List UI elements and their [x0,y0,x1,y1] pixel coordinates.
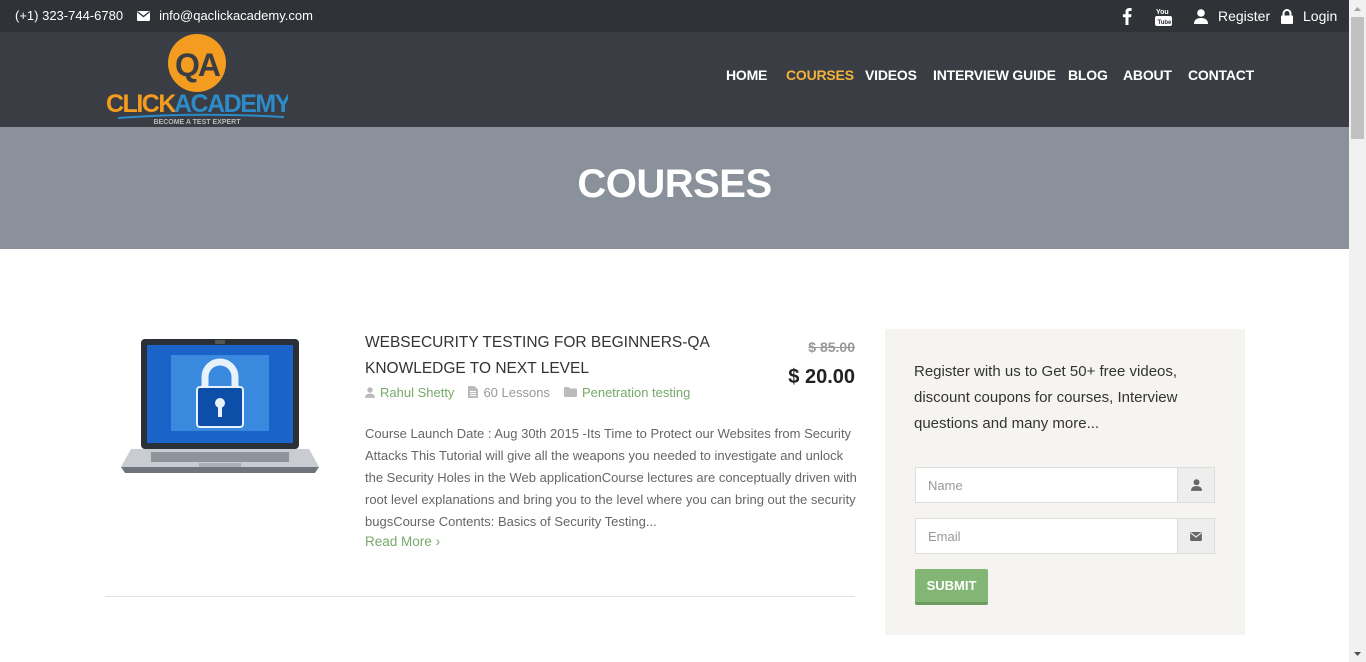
chevron-right-icon: › [435,534,441,549]
course-title[interactable]: WEBSECURITY TESTING FOR BEGINNERS-QA KNO… [365,330,725,382]
name-input[interactable] [916,468,1177,502]
user-icon [1177,468,1214,502]
email-input[interactable] [916,519,1177,553]
scroll-up-arrow-icon[interactable] [1349,0,1366,17]
folder-icon [563,387,577,397]
nav-contact[interactable]: CONTACT [1188,67,1254,83]
category-link[interactable]: Penetration testing [582,385,690,400]
svg-text:BECOME A TEST EXPERT: BECOME A TEST EXPERT [154,119,242,126]
svg-text:ACADEMY: ACADEMY [174,90,288,118]
course-category: Penetration testing [563,385,690,400]
sale-price: $ 20.00 [788,366,855,388]
register-link[interactable]: Register [1194,8,1270,24]
read-more-link[interactable]: Read More › [365,534,440,549]
envelope-icon [137,10,151,21]
user-icon [365,386,375,398]
nav-courses[interactable]: COURSES [786,67,854,83]
svg-text:CLICK: CLICK [106,90,176,118]
name-field-group [915,467,1215,503]
register-promo-text: Register with us to Get 50+ free videos,… [914,363,1178,432]
course-thumbnail[interactable] [121,337,319,477]
email-field-group [915,518,1215,554]
course-meta: Rahul Shetty 60 Lessons Penetration test… [365,384,704,400]
user-icon [1194,8,1208,24]
author-link[interactable]: Rahul Shetty [380,385,454,400]
course-lessons: 60 Lessons [468,385,550,400]
nav-blog[interactable]: BLOG [1068,67,1108,83]
svg-text:You: You [1156,9,1169,16]
nav-about[interactable]: ABOUT [1123,67,1172,83]
site-header: QA CLICK ACADEMY BECOME A TEST EXPERT HO… [0,32,1349,127]
login-link[interactable]: Login [1281,8,1337,24]
scrollbar-thumb[interactable] [1351,17,1364,139]
svg-text:Tube: Tube [1158,20,1173,26]
phone-number: (+1) 323-744-6780 [15,8,124,23]
login-label: Login [1303,8,1338,24]
register-label: Register [1218,8,1271,24]
page-scrollbar[interactable] [1349,0,1366,662]
read-more-label: Read More [365,534,432,549]
facebook-icon[interactable] [1122,8,1132,25]
nav-interview-guide[interactable]: INTERVIEW GUIDE [933,67,1056,83]
lessons-count: 60 Lessons [483,384,550,400]
scroll-down-arrow-icon[interactable] [1349,645,1366,662]
course-author: Rahul Shetty [365,385,454,400]
main-nav: HOME COURSES VIDEOS INTERVIEW GUIDE BLOG… [0,67,1349,87]
contact-info: (+1) 323-744-6780 info@qaclickacademy.co… [15,8,313,23]
envelope-icon [1177,519,1214,553]
lock-icon [1281,8,1293,24]
submit-button[interactable]: SUBMIT [915,569,988,605]
nav-videos[interactable]: VIDEOS [865,67,917,83]
register-widget: Register with us to Get 50+ free videos,… [885,329,1245,635]
top-bar: (+1) 323-744-6780 info@qaclickacademy.co… [0,0,1349,32]
nav-home[interactable]: HOME [726,67,767,83]
original-price: $ 85.00 [808,339,855,355]
page-title: COURSES [577,162,772,206]
course-description: Course Launch Date : Aug 30th 2015 -Its … [365,426,857,529]
file-icon [468,386,479,398]
page-banner: COURSES [0,127,1349,249]
youtube-icon[interactable]: You Tube [1155,7,1172,26]
email-address[interactable]: info@qaclickacademy.com [159,8,313,23]
divider [105,596,855,597]
